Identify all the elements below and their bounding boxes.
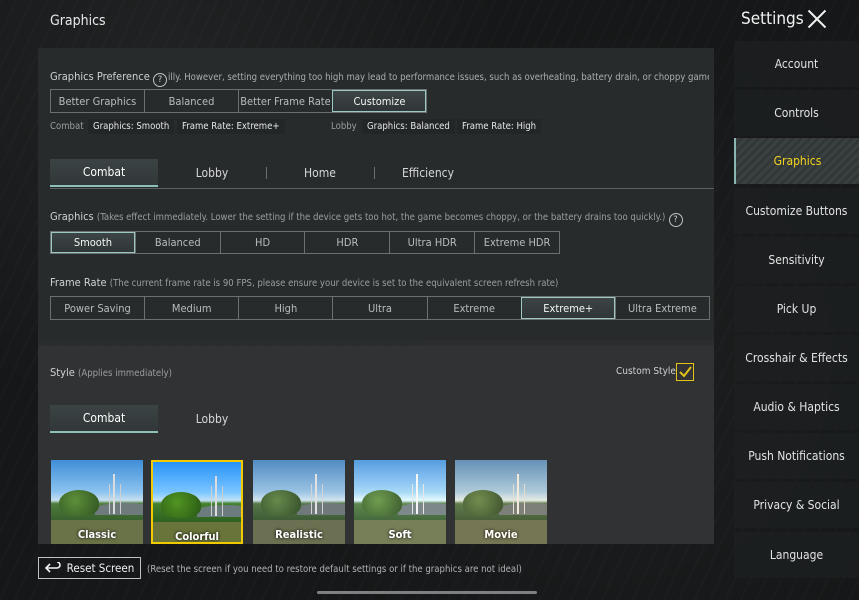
tab-efficiency[interactable]: Efficiency <box>374 159 482 187</box>
frame-rate-option-ultra[interactable]: Ultra <box>332 297 426 319</box>
sidebar-item-account[interactable]: Account <box>734 41 859 87</box>
custom-style-checkbox[interactable] <box>676 363 694 381</box>
tree-graphic <box>261 490 301 516</box>
frame-rate-option-ultra-extreme[interactable]: Ultra Extreme <box>614 297 709 319</box>
sidebar-item-push-notifications[interactable]: Push Notifications <box>734 433 859 479</box>
reset-screen-note: (Reset the screen if you need to restore… <box>147 564 522 575</box>
tower-graphic <box>109 474 121 514</box>
style-tabs: Combat Lobby <box>50 405 266 433</box>
style-preset-classic[interactable]: Classic <box>51 460 143 544</box>
home-indicator <box>317 591 537 594</box>
frame-rate-option-high[interactable]: High <box>238 297 332 319</box>
lobby-graphics-chip: Graphics: Balanced <box>362 119 455 134</box>
sidebar-item-audio-haptics[interactable]: Audio & Haptics <box>734 384 859 430</box>
tabs-divider <box>50 188 714 189</box>
close-icon[interactable] <box>806 8 828 30</box>
preference-option-better-graphics[interactable]: Better Graphics <box>51 90 144 112</box>
graphics-quality-selector: Smooth Balanced HD HDR Ultra HDR Extreme… <box>50 231 560 254</box>
tower-graphic <box>211 476 223 516</box>
style-preset-label: Movie <box>484 528 518 541</box>
tower-graphic <box>311 474 323 514</box>
frame-rate-selector: Power Saving Medium High Ultra Extreme E… <box>50 296 710 320</box>
tree-graphic <box>161 492 201 518</box>
style-heading: Style (Applies immediately) <box>50 366 172 379</box>
graphics-label: Graphics <box>50 210 94 223</box>
tab-home[interactable]: Home <box>266 159 374 187</box>
graphics-option-smooth[interactable]: Smooth <box>51 232 135 253</box>
style-tab-lobby[interactable]: Lobby <box>158 405 266 433</box>
tree-graphic <box>362 490 402 516</box>
graphics-option-ultra-hdr[interactable]: Ultra HDR <box>389 232 474 253</box>
style-label: Style <box>50 366 75 379</box>
frame-rate-note: (The current frame rate is 90 FPS, pleas… <box>109 278 559 289</box>
checkmark-icon <box>679 366 692 378</box>
reset-screen-label: Reset Screen <box>66 561 135 575</box>
preference-option-customize[interactable]: Customize <box>332 90 426 112</box>
undo-arrow-icon <box>44 562 61 573</box>
graphics-heading: Graphics (Takes effect immediately. Lowe… <box>50 210 683 227</box>
sidebar-item-controls[interactable]: Controls <box>734 90 859 136</box>
style-preset-label: Soft <box>388 528 412 541</box>
style-preset-colorful[interactable]: Colorful <box>151 460 243 544</box>
help-icon[interactable]: ? <box>152 73 167 87</box>
preference-option-balanced[interactable]: Balanced <box>144 90 238 112</box>
frame-rate-option-medium[interactable]: Medium <box>144 297 238 319</box>
style-preset-label: Classic <box>77 528 117 541</box>
frame-rate-label: Frame Rate <box>50 276 107 289</box>
graphics-option-hdr[interactable]: HDR <box>304 232 389 253</box>
graphics-option-hd[interactable]: HD <box>219 232 305 253</box>
style-tab-combat[interactable]: Combat <box>50 405 158 433</box>
tab-combat[interactable]: Combat <box>50 159 158 187</box>
style-note: (Applies immediately) <box>78 368 172 379</box>
frame-rate-option-extreme[interactable]: Extreme <box>426 297 521 319</box>
frame-rate-heading: Frame Rate (The current frame rate is 90… <box>50 276 558 289</box>
preference-option-better-frame-rate[interactable]: Better Frame Rate <box>238 90 332 112</box>
combat-frame-rate-chip: Frame Rate: Extreme+ <box>177 119 285 134</box>
style-preset-label: Colorful <box>175 530 219 543</box>
frame-rate-option-power-saving[interactable]: Power Saving <box>51 297 144 319</box>
graphics-preference-description: illy. However, setting everything too hi… <box>168 72 709 83</box>
sidebar-item-crosshair-effects[interactable]: Crosshair & Effects <box>734 335 859 381</box>
graphics-preference-label: Graphics Preference <box>50 70 150 83</box>
tower-graphic <box>412 474 424 514</box>
sidebar-item-pick-up[interactable]: Pick Up <box>734 286 859 332</box>
tree-graphic <box>59 490 99 516</box>
sidebar-item-sensitivity[interactable]: Sensitivity <box>734 237 859 283</box>
sidebar-item-graphics[interactable]: Graphics <box>734 138 859 184</box>
lobby-frame-rate-chip: Frame Rate: High <box>457 119 542 134</box>
style-preset-movie[interactable]: Movie <box>455 460 547 544</box>
graphics-option-extreme-hdr[interactable]: Extreme HDR <box>474 232 559 253</box>
graphics-note: (Takes effect immediately. Lower the set… <box>96 212 666 223</box>
style-preset-label: Realistic <box>275 528 323 541</box>
tab-lobby[interactable]: Lobby <box>158 159 266 187</box>
combat-graphics-chip: Graphics: Smooth <box>88 119 175 134</box>
page-title: Graphics <box>50 13 106 29</box>
combat-summary-label: Combat <box>50 121 84 132</box>
tree-graphic <box>463 490 503 516</box>
sidebar-item-customize-buttons[interactable]: Customize Buttons <box>734 188 859 234</box>
graphics-preference-selector: Better Graphics Balanced Better Frame Ra… <box>50 89 427 113</box>
settings-sidebar: Account Controls Graphics Customize Butt… <box>734 38 859 600</box>
reset-screen-button[interactable]: Reset Screen <box>38 557 141 579</box>
lobby-summary-label: Lobby <box>331 121 357 132</box>
tower-graphic <box>513 474 525 514</box>
graphics-preference-heading: Graphics Preference ? <box>50 70 167 87</box>
frame-rate-option-extreme-plus[interactable]: Extreme+ <box>520 297 615 319</box>
top-bar: Graphics Settings <box>0 0 859 44</box>
graphics-option-balanced[interactable]: Balanced <box>134 232 220 253</box>
settings-title: Settings <box>741 9 804 29</box>
sidebar-item-language[interactable]: Language <box>734 532 859 578</box>
style-preset-soft[interactable]: Soft <box>354 460 446 544</box>
style-preset-realistic[interactable]: Realistic <box>253 460 345 544</box>
mode-tabs: Combat Lobby Home Efficiency <box>50 159 482 187</box>
help-icon[interactable]: ? <box>668 213 683 227</box>
custom-style-label: Custom Style <box>616 366 676 377</box>
sidebar-item-privacy-social[interactable]: Privacy & Social <box>734 482 859 528</box>
